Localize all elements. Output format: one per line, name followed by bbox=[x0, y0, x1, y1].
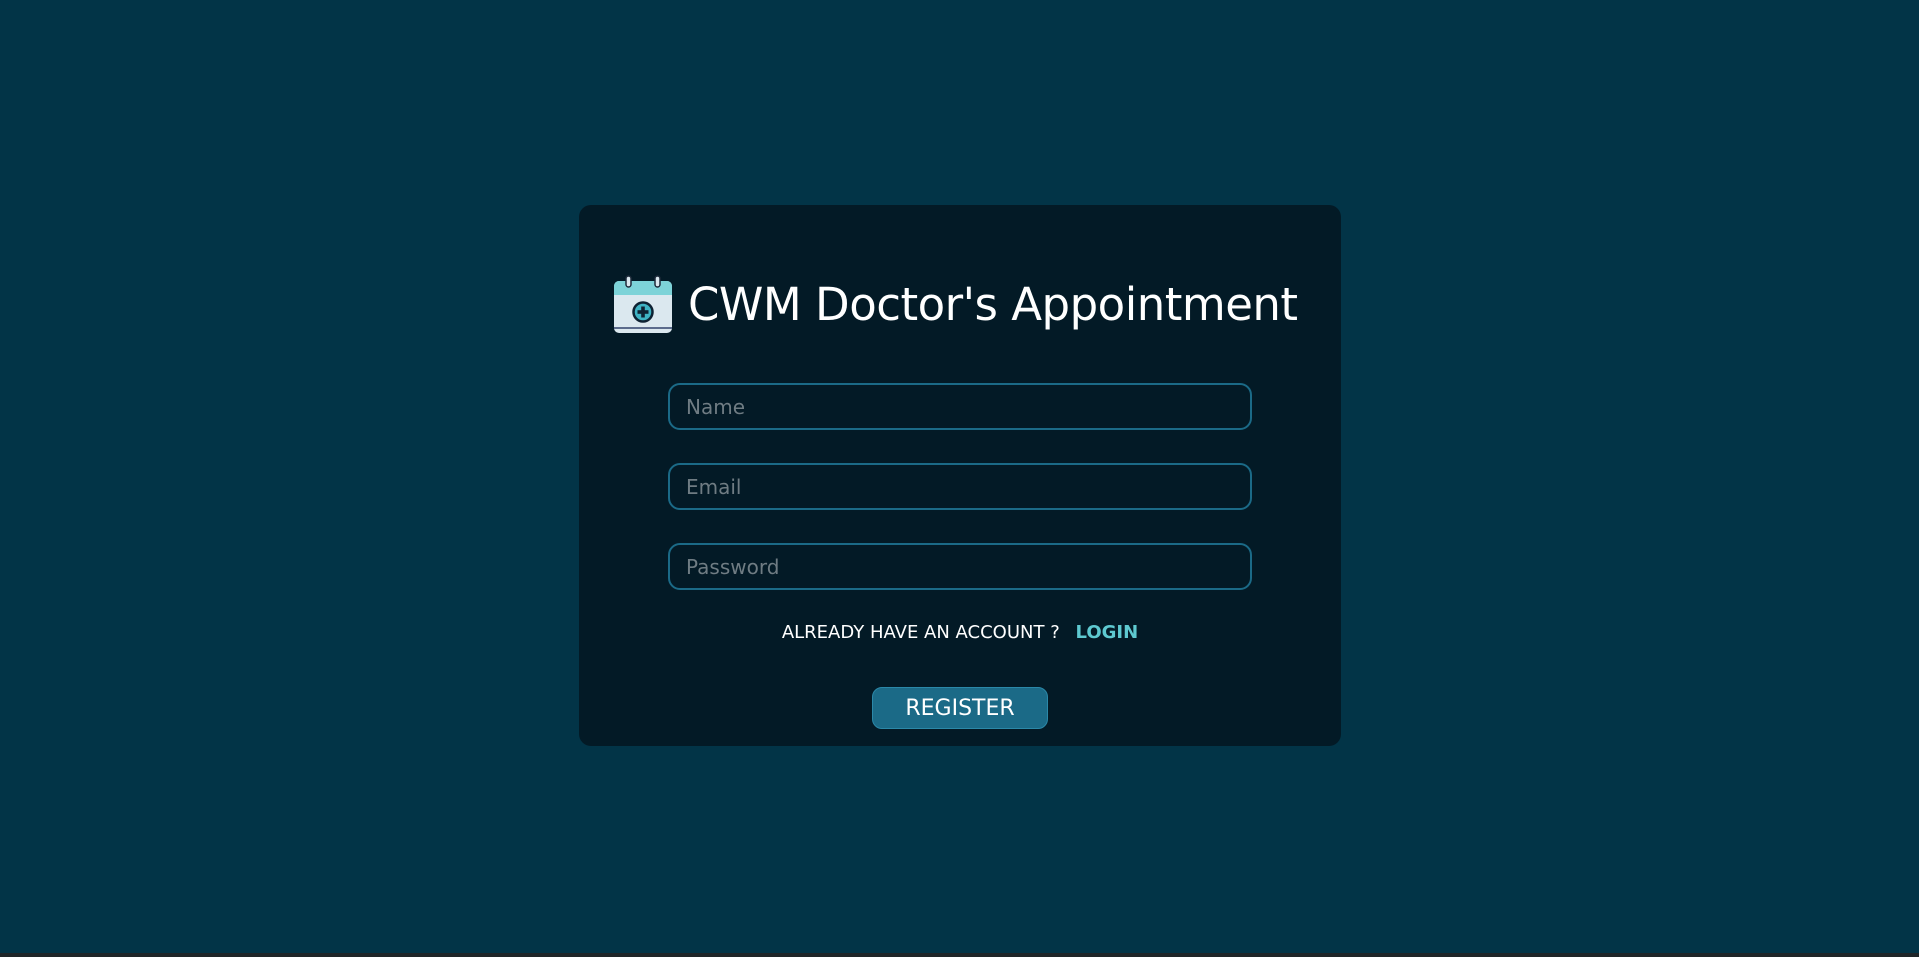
name-input[interactable] bbox=[668, 383, 1252, 430]
account-question: ALREADY HAVE AN ACCOUNT ? bbox=[781, 622, 1060, 643]
login-link[interactable]: LOGIN bbox=[1076, 622, 1139, 643]
login-prompt: ALREADY HAVE AN ACCOUNT ? LOGIN bbox=[579, 622, 1341, 643]
page-title: CWM Doctor's Appointment bbox=[688, 277, 1298, 331]
calendar-medical-icon bbox=[614, 275, 672, 333]
bottom-border bbox=[0, 953, 1919, 957]
register-button[interactable]: REGISTER bbox=[872, 687, 1048, 729]
register-card: CWM Doctor's Appointment ALREADY HAVE AN… bbox=[579, 205, 1341, 746]
header: CWM Doctor's Appointment bbox=[612, 269, 1298, 339]
password-input[interactable] bbox=[668, 543, 1252, 590]
email-input[interactable] bbox=[668, 463, 1252, 510]
